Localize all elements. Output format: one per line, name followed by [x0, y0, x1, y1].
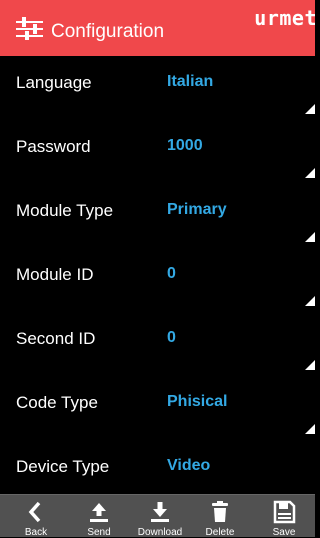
setting-value[interactable]: Italian: [167, 73, 213, 91]
app-header: Configuration urmet: [0, 0, 317, 56]
setting-label: Module ID: [16, 265, 94, 284]
setting-row-module-type[interactable]: Module Type Primary: [0, 184, 315, 248]
send-button[interactable]: Send: [69, 495, 129, 538]
bottom-toolbar: Back Send Download Delete Save: [0, 494, 315, 538]
back-label: Back: [24, 527, 48, 538]
setting-value[interactable]: Phisical: [167, 393, 227, 411]
sliders-icon: [16, 17, 43, 40]
delete-button[interactable]: Delete: [190, 495, 250, 538]
setting-row-device-type[interactable]: Device Type Video: [0, 440, 315, 494]
save-button[interactable]: Save: [254, 495, 314, 538]
chevron-left-icon: [28, 501, 41, 523]
setting-value[interactable]: 0: [167, 329, 176, 347]
setting-row-password[interactable]: Password 1000: [0, 120, 315, 184]
setting-row-second-id[interactable]: Second ID 0: [0, 312, 315, 376]
upload-icon: [90, 503, 108, 522]
page-title: Configuration: [51, 21, 165, 42]
download-icon: [151, 502, 169, 522]
setting-value[interactable]: 0: [167, 265, 176, 283]
setting-label: Module Type: [16, 201, 114, 220]
setting-label: Device Type: [16, 457, 110, 476]
setting-value[interactable]: Primary: [167, 201, 227, 219]
delete-label: Delete: [205, 527, 235, 538]
dropdown-indicator-icon: [305, 424, 315, 434]
setting-label: Language: [16, 73, 92, 92]
save-label: Save: [272, 527, 296, 538]
download-button[interactable]: Download: [130, 495, 190, 538]
trash-icon: [212, 501, 228, 522]
dropdown-indicator-icon: [305, 360, 315, 370]
setting-label: Password: [16, 137, 91, 156]
setting-label: Code Type: [16, 393, 98, 412]
setting-row-module-id[interactable]: Module ID 0: [0, 248, 315, 312]
setting-value[interactable]: Video: [167, 457, 210, 475]
settings-list: Language Italian Password 1000 Module Ty…: [0, 56, 315, 494]
dropdown-indicator-icon: [305, 168, 315, 178]
dropdown-indicator-icon: [305, 296, 315, 306]
setting-row-code-type[interactable]: Code Type Phisical: [0, 376, 315, 440]
dropdown-indicator-icon: [305, 104, 315, 114]
setting-label: Second ID: [16, 329, 96, 348]
brand-logo: urmet: [254, 6, 317, 30]
setting-row-language[interactable]: Language Italian: [0, 56, 315, 120]
dropdown-indicator-icon: [305, 232, 315, 242]
floppy-disk-icon: [273, 500, 296, 524]
setting-value[interactable]: 1000: [167, 137, 203, 155]
back-button[interactable]: Back: [6, 495, 66, 538]
